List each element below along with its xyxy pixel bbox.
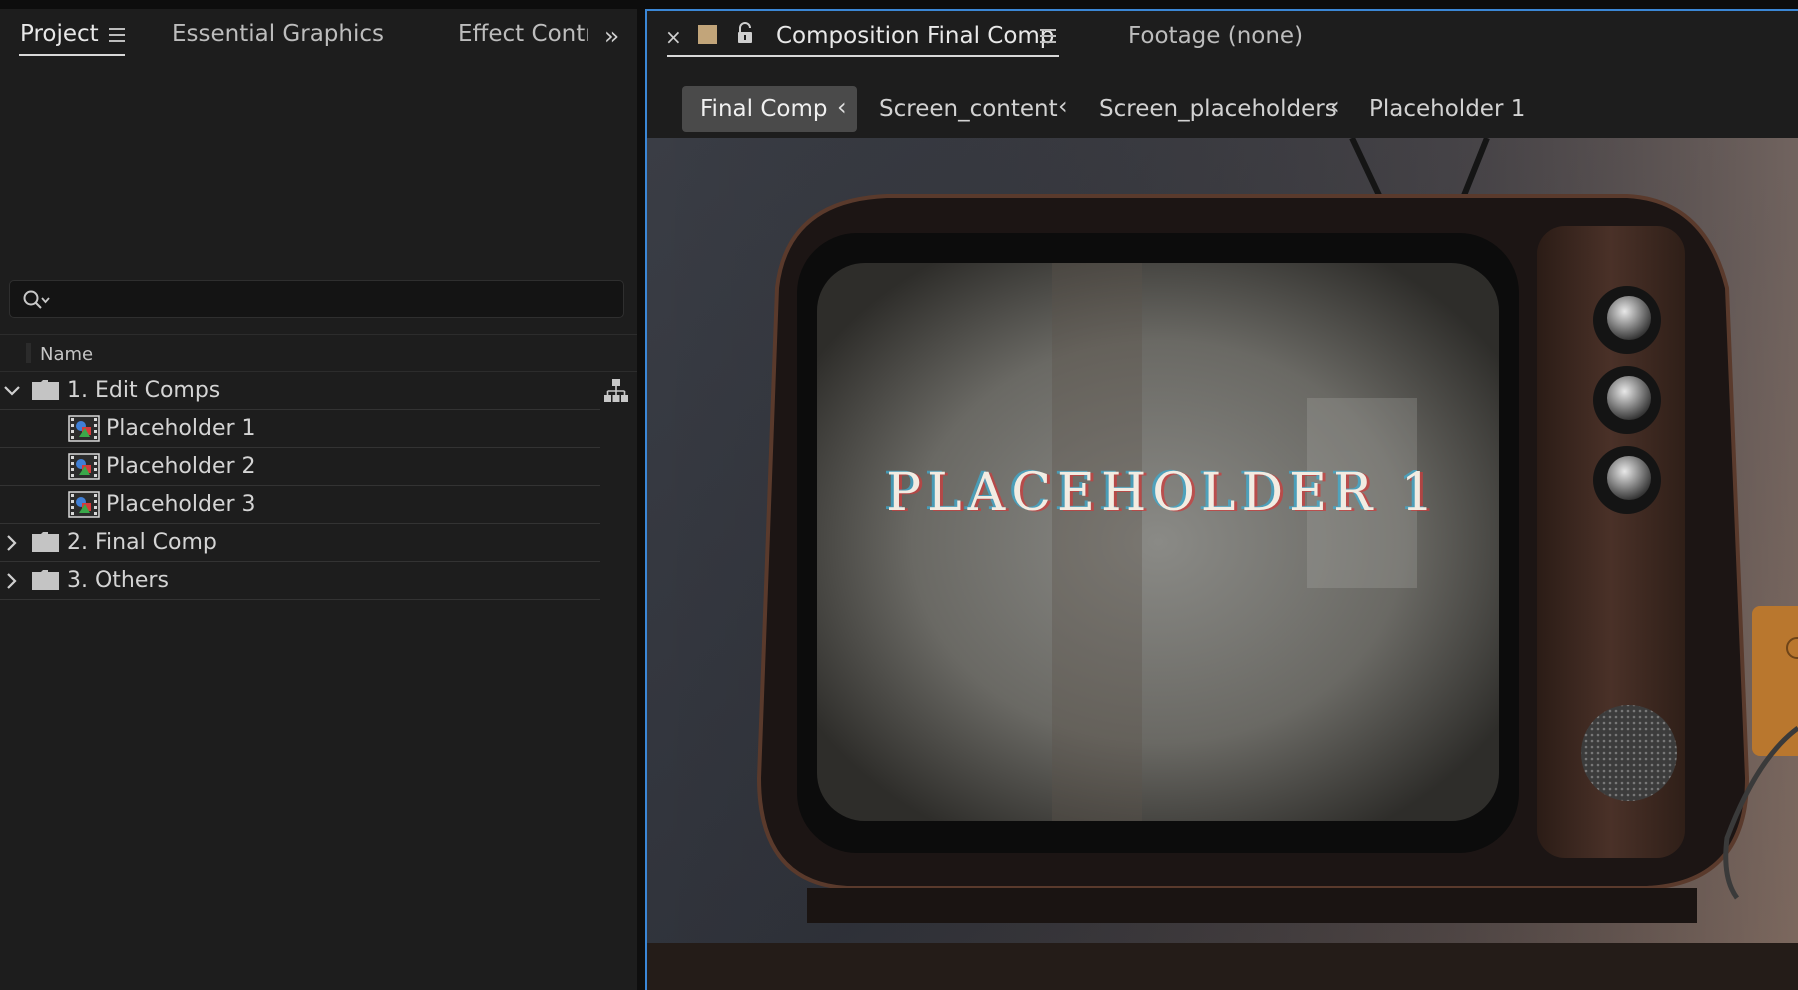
tab-effect-controls-label: Effect Controls [458, 21, 588, 47]
chevron-left-icon: ‹ [1330, 92, 1340, 120]
flowchart-icon[interactable] [603, 378, 629, 404]
tab-footage[interactable]: Footage (none) [1128, 23, 1303, 49]
list-item[interactable]: 2. Final Comp [0, 524, 600, 562]
composition-tab-title[interactable]: Composition Final Comp [776, 23, 1054, 49]
project-panel-menu-icon[interactable] [109, 28, 125, 42]
active-tab-underline [667, 55, 1059, 57]
folder-icon [32, 532, 59, 552]
list-item[interactable]: Placeholder 2 [0, 448, 600, 486]
viewer-frame-image: PLACEHOLDER 1 PLACEHOLDER 1 PLACEHOLDER … [647, 138, 1798, 990]
label-color-swatch[interactable] [698, 25, 717, 44]
top-strip [0, 0, 1798, 9]
project-list-header: Name [0, 334, 637, 372]
tv-knob [1607, 296, 1651, 340]
list-item[interactable]: 3. Others [0, 562, 600, 600]
composition-icon [68, 453, 100, 480]
tv-knob [1607, 376, 1651, 420]
chevron-down-icon[interactable] [4, 383, 20, 399]
close-icon[interactable]: × [665, 25, 682, 49]
tv-speaker-grill [1581, 705, 1677, 801]
left-panel-tabs: Project Essential Graphics Effect Contro… [0, 9, 637, 71]
breadcrumb: Final Comp ‹ Screen_content ‹ Screen_pla… [647, 75, 1798, 135]
composition-label: Placeholder 2 [106, 454, 256, 479]
panel-divider[interactable] [637, 9, 645, 990]
more-tabs-chevron-icon[interactable]: ›› [604, 22, 619, 50]
tab-essential-graphics[interactable]: Essential Graphics [172, 21, 384, 47]
folder-label: 3. Others [67, 568, 169, 593]
project-search-input[interactable] [9, 280, 624, 318]
composition-viewer[interactable]: PLACEHOLDER 1 PLACEHOLDER 1 PLACEHOLDER … [647, 138, 1798, 990]
composition-panel: × Composition Final Comp Footage (none) … [645, 9, 1798, 990]
list-item[interactable]: Placeholder 1 [0, 410, 600, 448]
project-panel: Project Essential Graphics Effect Contro… [0, 9, 637, 990]
active-tab-underline [19, 54, 125, 56]
tab-effect-controls[interactable]: Effect Controls [458, 21, 588, 51]
chevron-right-icon[interactable] [4, 573, 20, 589]
list-item[interactable]: 1. Edit Comps [0, 372, 628, 410]
screen-blur-shape [1052, 263, 1142, 821]
composition-label: Placeholder 1 [106, 416, 256, 441]
label-column-marker [26, 343, 31, 363]
chevron-right-icon[interactable] [4, 535, 20, 551]
tv-knob [1607, 456, 1651, 500]
breadcrumb-label: Final Comp [700, 96, 828, 122]
folder-icon [32, 570, 59, 590]
breadcrumb-item-screen-placeholders[interactable]: Screen_placeholders [1099, 96, 1337, 122]
folder-icon [32, 380, 59, 400]
composition-icon [68, 491, 100, 518]
search-icon [23, 290, 50, 309]
chevron-left-icon: ‹ [837, 93, 847, 121]
tab-project[interactable]: Project [20, 21, 99, 47]
composition-icon [68, 415, 100, 442]
composition-label: Placeholder 3 [106, 492, 256, 517]
after-effects-workspace: Project Essential Graphics Effect Contro… [0, 0, 1798, 990]
breadcrumb-item-final-comp[interactable]: Final Comp ‹ [682, 86, 857, 132]
list-item[interactable]: Placeholder 3 [0, 486, 600, 524]
breadcrumb-item-screen-content[interactable]: Screen_content [879, 96, 1058, 122]
folder-label: 2. Final Comp [67, 530, 217, 555]
tv-base [807, 888, 1697, 923]
folder-label: 1. Edit Comps [67, 378, 221, 403]
screen-text: PLACEHOLDER 1 [886, 463, 1440, 523]
composition-panel-menu-icon[interactable] [1040, 29, 1056, 43]
name-column-header[interactable]: Name [40, 344, 93, 365]
lock-icon[interactable] [735, 22, 755, 44]
table-surface [647, 943, 1798, 990]
breadcrumb-item-placeholder-1[interactable]: Placeholder 1 [1369, 96, 1525, 122]
chevron-left-icon: ‹ [1058, 92, 1068, 120]
